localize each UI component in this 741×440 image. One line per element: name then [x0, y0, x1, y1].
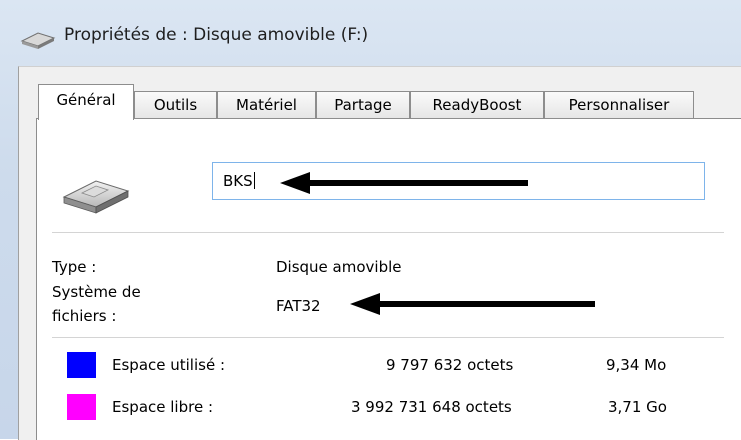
tab-partage[interactable]: Partage: [316, 91, 410, 118]
title-bar: Propriétés de : Disque amovible (F:): [0, 0, 741, 66]
arrow-left-icon: [350, 293, 595, 315]
window-title: Propriétés de : Disque amovible (F:): [64, 25, 369, 45]
tab-readyboost[interactable]: ReadyBoost: [410, 91, 544, 118]
filesystem-label-line2: fichiers :: [52, 307, 117, 325]
filesystem-value: FAT32: [276, 297, 321, 315]
used-space-label: Espace utilisé :: [112, 356, 226, 374]
separator: [52, 232, 724, 233]
text-caret: [253, 172, 255, 189]
removable-drive-icon: [62, 180, 130, 214]
used-space-bytes: 9 797 632 octets: [386, 356, 514, 374]
used-space-swatch: [67, 352, 96, 378]
free-space-label: Espace libre :: [112, 398, 213, 416]
separator: [52, 337, 724, 338]
filesystem-label-line1: Système de: [52, 283, 141, 301]
free-space-size: 3,71 Go: [608, 398, 667, 416]
type-value: Disque amovible: [276, 258, 402, 276]
free-space-swatch: [67, 394, 96, 420]
tab-general[interactable]: Général: [38, 84, 134, 120]
free-space-bytes: 3 992 731 648 octets: [351, 398, 512, 416]
tab-personnaliser[interactable]: Personnaliser: [544, 91, 694, 118]
tab-materiel[interactable]: Matériel: [217, 91, 316, 118]
used-space-size: 9,34 Mo: [606, 356, 667, 374]
volume-name-text: BKS: [223, 172, 253, 190]
drive-icon: [20, 32, 56, 49]
type-label: Type :: [52, 258, 97, 276]
arrow-left-icon: [280, 172, 528, 194]
tab-outils[interactable]: Outils: [134, 91, 217, 118]
